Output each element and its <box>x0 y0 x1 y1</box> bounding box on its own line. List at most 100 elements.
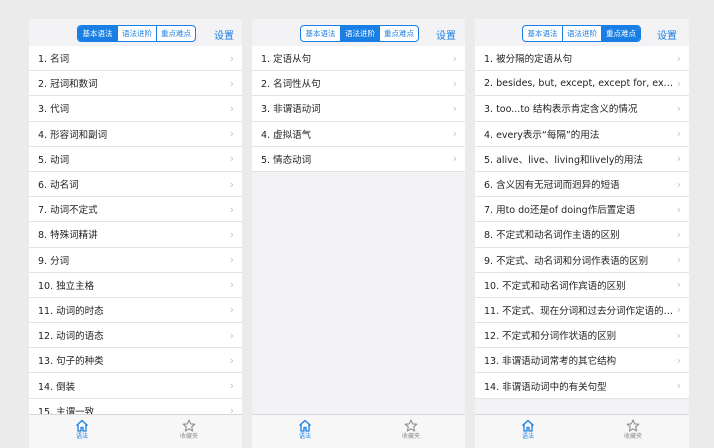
home-icon <box>76 419 88 432</box>
nav-bar: 基本语法 语法进阶 重点难点 设置 <box>29 19 242 45</box>
tab-favorites[interactable]: 收藏夹 <box>167 419 211 441</box>
list-item[interactable]: 2. 名词性从句 › <box>252 71 465 97</box>
list-item[interactable]: 3. 代词 › <box>29 96 242 122</box>
segment-difficult[interactable]: 重点难点 <box>379 26 418 41</box>
list-item[interactable]: 10. 独立主格 › <box>29 273 242 298</box>
chevron-right-icon: › <box>676 353 681 367</box>
chevron-right-icon: › <box>229 303 234 317</box>
list-item[interactable]: 4. 虚拟语气 › <box>252 122 465 147</box>
chevron-right-icon: › <box>676 127 681 141</box>
chevron-right-icon: › <box>676 253 681 267</box>
topic-list: 1. 定语从句 › 2. 名词性从句 › 3. 非谓语动词 › 4. 虚拟语气 › 5.… <box>252 46 465 172</box>
tab-bar: 语法 收藏夹 <box>475 414 689 448</box>
segment-difficult[interactable]: 重点难点 <box>601 26 640 41</box>
list-item[interactable]: 1. 定语从句 › <box>252 46 465 72</box>
list-item[interactable]: 5. alive、live、living和lively的用法 › <box>475 147 689 172</box>
chevron-right-icon: › <box>676 227 681 241</box>
list-item[interactable]: 4. 形容词和副词 › <box>29 122 242 147</box>
chevron-right-icon: › <box>229 278 234 292</box>
list-item[interactable]: 7. 动词不定式 › <box>29 197 242 223</box>
segment-difficult[interactable]: 重点难点 <box>156 26 195 41</box>
chevron-right-icon: › <box>676 76 681 90</box>
chevron-right-icon: › <box>676 152 681 166</box>
list-item[interactable]: 9. 不定式、动名词和分词作表语的区别 › <box>475 248 689 273</box>
home-icon <box>522 419 534 432</box>
segmented-control: 基本语法 语法进阶 重点难点 <box>522 25 641 42</box>
list-item[interactable]: 2. besides, but, except, except for, exc… <box>475 71 689 97</box>
list-item[interactable]: 12. 不定式和分词作状语的区别 › <box>475 323 689 349</box>
list-item[interactable]: 3. 非谓语动词 › <box>252 96 465 122</box>
segment-basic[interactable]: 基本语法 <box>523 26 562 41</box>
chevron-right-icon: › <box>452 152 457 166</box>
settings-button[interactable]: 设置 <box>657 27 677 42</box>
chevron-right-icon: › <box>229 152 234 166</box>
list-item[interactable]: 8. 不定式和动名词作主语的区别 › <box>475 222 689 248</box>
chevron-right-icon: › <box>676 202 681 216</box>
list-item[interactable]: 5. 动词 › <box>29 147 242 172</box>
tab-grammar[interactable]: 语法 <box>60 419 104 441</box>
list-item[interactable]: 10. 不定式和动名词作宾语的区别 › <box>475 273 689 298</box>
list-item[interactable]: 13. 句子的种类 › <box>29 348 242 374</box>
tab-bar: 语法 收藏夹 <box>29 414 242 448</box>
tab-label: 语法 <box>75 433 88 440</box>
screen-advanced-grammar: 基本语法 语法进阶 重点难点 设置 1. 定语从句 › 2. 名词性从句 › 3. … <box>252 19 465 448</box>
tab-grammar[interactable]: 语法 <box>283 419 327 441</box>
chevron-right-icon: › <box>229 202 234 216</box>
screen-key-difficulties: 基本语法 语法进阶 重点难点 设置 1. 被分隔的定语从句 › 2. beside… <box>475 19 689 448</box>
chevron-right-icon: › <box>229 227 234 241</box>
list-item[interactable]: 4. every表示“每隔”的用法 › <box>475 122 689 147</box>
list-item[interactable]: 12. 动词的语态 › <box>29 323 242 349</box>
list-item[interactable]: 11. 动词的时态 › <box>29 298 242 324</box>
list-item[interactable]: 3. too...to 结构表示肯定含义的情况 › <box>475 96 689 122</box>
nav-bar: 基本语法 语法进阶 重点难点 设置 <box>475 19 689 45</box>
segment-basic[interactable]: 基本语法 <box>301 26 340 41</box>
segment-advanced[interactable]: 语法进阶 <box>117 26 156 41</box>
star-icon <box>404 419 418 432</box>
chevron-right-icon: › <box>229 51 234 65</box>
chevron-right-icon: › <box>229 76 234 90</box>
list-item[interactable]: 6. 含义因有无冠词而迥异的短语 › <box>475 172 689 198</box>
list-item[interactable]: 9. 分词 › <box>29 248 242 273</box>
chevron-right-icon: › <box>229 353 234 367</box>
nav-bar: 基本语法 语法进阶 重点难点 设置 <box>252 19 465 45</box>
tab-favorites[interactable]: 收藏夹 <box>611 419 655 441</box>
tab-label: 语法 <box>521 433 534 440</box>
segmented-control: 基本语法 语法进阶 重点难点 <box>300 25 419 42</box>
segment-advanced[interactable]: 语法进阶 <box>562 26 601 41</box>
list-item[interactable]: 14. 非谓语动词中的有关句型 › <box>475 373 689 399</box>
tab-label: 收藏夹 <box>179 433 198 440</box>
tab-label: 收藏夹 <box>623 433 642 440</box>
chevron-right-icon: › <box>676 177 681 191</box>
chevron-right-icon: › <box>676 379 681 393</box>
tab-favorites[interactable]: 收藏夹 <box>389 419 433 441</box>
tab-label: 语法 <box>298 433 311 440</box>
settings-button[interactable]: 设置 <box>436 27 456 42</box>
segmented-control: 基本语法 语法进阶 重点难点 <box>77 25 196 42</box>
settings-button[interactable]: 设置 <box>214 27 234 42</box>
chevron-right-icon: › <box>452 51 457 65</box>
list-item[interactable]: 13. 非谓语动词常考的其它结构 › <box>475 348 689 374</box>
list-item[interactable]: 6. 动名词 › <box>29 172 242 198</box>
segment-advanced[interactable]: 语法进阶 <box>340 26 379 41</box>
list-item[interactable]: 5. 情态动词 › <box>252 147 465 172</box>
star-icon <box>182 419 196 432</box>
chevron-right-icon: › <box>676 303 681 317</box>
chevron-right-icon: › <box>676 328 681 342</box>
list-item[interactable]: 1. 名词 › <box>29 46 242 72</box>
segment-basic[interactable]: 基本语法 <box>78 26 117 41</box>
chevron-right-icon: › <box>452 76 457 90</box>
list-item[interactable]: 2. 冠词和数词 › <box>29 71 242 97</box>
chevron-right-icon: › <box>452 101 457 115</box>
chevron-right-icon: › <box>676 278 681 292</box>
topic-list: 1. 被分隔的定语从句 › 2. besides, but, except, ex… <box>475 46 689 399</box>
tab-grammar[interactable]: 语法 <box>506 419 550 441</box>
list-item[interactable]: 14. 倒装 › <box>29 373 242 399</box>
list-item[interactable]: 7. 用to do还是of doing作后置定语 › <box>475 197 689 223</box>
list-item[interactable]: 8. 特殊词精讲 › <box>29 222 242 248</box>
tab-label: 收藏夹 <box>401 433 420 440</box>
list-item[interactable]: 11. 不定式、现在分词和过去分词作定语的区别 › <box>475 298 689 324</box>
chevron-right-icon: › <box>676 51 681 65</box>
chevron-right-icon: › <box>229 127 234 141</box>
list-item[interactable]: 1. 被分隔的定语从句 › <box>475 46 689 72</box>
chevron-right-icon: › <box>452 127 457 141</box>
